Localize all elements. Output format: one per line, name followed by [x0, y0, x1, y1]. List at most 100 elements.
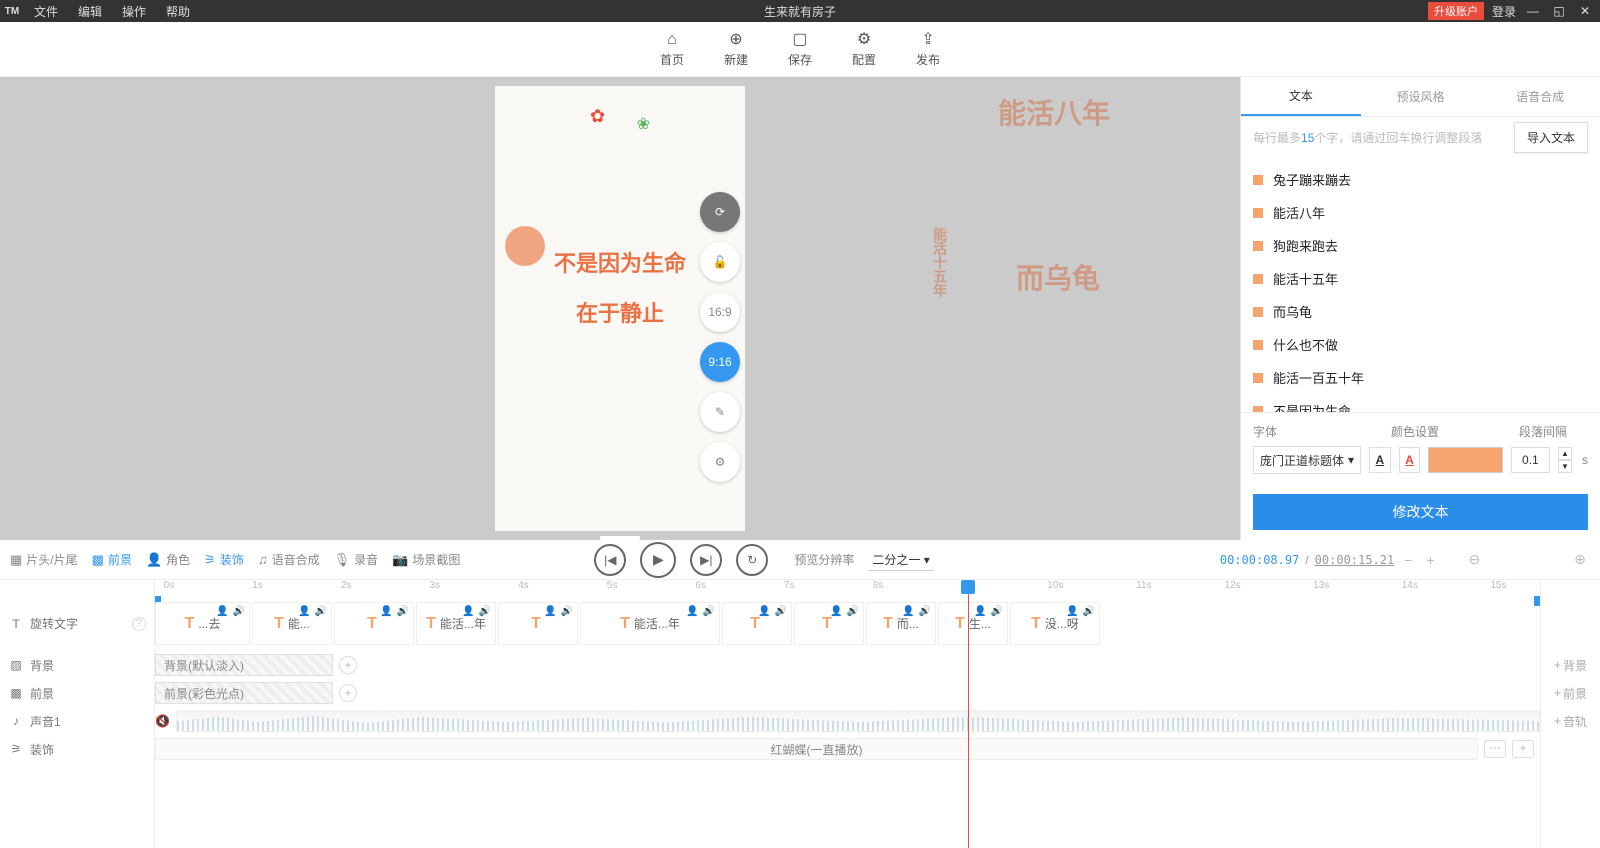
- title-bar: TM 文件 编辑 操作 帮助 生来就有房子 升级账户 登录 — ◱ ✕: [0, 0, 1600, 22]
- fg-clip[interactable]: 前景(彩色光点): [155, 682, 333, 704]
- loop-button[interactable]: ↻: [736, 544, 768, 576]
- action-home[interactable]: ⌂首页: [660, 31, 684, 68]
- text-line[interactable]: 什么也不做: [1253, 328, 1588, 361]
- text-line[interactable]: 能活八年: [1253, 196, 1588, 229]
- menu-help[interactable]: 帮助: [156, 3, 200, 20]
- close-icon[interactable]: ✕: [1576, 4, 1594, 18]
- audio-waveform[interactable]: [176, 710, 1540, 732]
- text-type-icon: T: [750, 615, 760, 633]
- bg-clip[interactable]: 背景(默认淡入): [155, 654, 333, 676]
- decoration-clip[interactable]: 红蝴蝶(一直播放): [155, 738, 1478, 760]
- ratio-9-16-button[interactable]: 9:16: [700, 342, 740, 382]
- text-clip[interactable]: 👤🔊T...去: [155, 602, 250, 645]
- menu-action[interactable]: 操作: [112, 3, 156, 20]
- next-button[interactable]: ▶|: [690, 544, 722, 576]
- text-clip[interactable]: 👤🔊T能活...年: [580, 602, 720, 645]
- action-save[interactable]: ▢保存: [788, 31, 812, 68]
- mid-片头/片尾[interactable]: ▦片头/片尾: [10, 551, 78, 568]
- mute-icon[interactable]: 🔇: [155, 714, 170, 728]
- mid-前景[interactable]: ▩前景: [92, 551, 132, 568]
- mid-装饰[interactable]: ⚞装饰: [204, 551, 244, 568]
- mid-场景截图[interactable]: 📷场景截图: [392, 551, 460, 568]
- maximize-icon[interactable]: ◱: [1550, 4, 1568, 18]
- lock-button[interactable]: 🔓: [700, 242, 740, 282]
- playhead[interactable]: [968, 580, 969, 848]
- text-color-button-2[interactable]: A: [1399, 447, 1421, 473]
- text-line[interactable]: 能活一百五十年: [1253, 361, 1588, 394]
- text-clip[interactable]: 👤🔊T能活...年: [416, 602, 496, 645]
- text-clip[interactable]: 👤🔊T: [334, 602, 414, 645]
- zoom-fit-button[interactable]: ⊖: [1465, 551, 1485, 568]
- upgrade-button[interactable]: 升级账户: [1428, 2, 1484, 20]
- zoom-in-button[interactable]: +: [1422, 552, 1438, 568]
- timeline-ruler[interactable]: 0s1s2s3s4s5s6s7s8s9s10s11s12s13s14s15s: [155, 580, 1540, 596]
- text-line[interactable]: 而乌龟: [1253, 295, 1588, 328]
- apply-text-button[interactable]: 修改文本: [1253, 494, 1588, 530]
- color-swatch[interactable]: [1428, 447, 1503, 473]
- spacing-down[interactable]: ▼: [1558, 460, 1572, 473]
- spacing-unit: s: [1582, 453, 1588, 467]
- login-button[interactable]: 登录: [1492, 3, 1516, 20]
- action-publish[interactable]: ⇪发布: [916, 31, 940, 68]
- action-new[interactable]: ⊕新建: [724, 31, 748, 68]
- minimize-icon[interactable]: —: [1524, 4, 1542, 18]
- tab-preset-style[interactable]: 预设风格: [1361, 77, 1481, 116]
- add-audio-track[interactable]: + 音轨: [1541, 707, 1600, 735]
- import-text-button[interactable]: 导入文本: [1514, 122, 1588, 153]
- edit-button[interactable]: ✎: [700, 392, 740, 432]
- clip-add-button[interactable]: +: [1512, 740, 1534, 758]
- collapse-down-icon[interactable]: ▾: [600, 536, 640, 540]
- menu-edit[interactable]: 编辑: [68, 3, 112, 20]
- settings-button[interactable]: ⚙: [700, 442, 740, 482]
- tab-text[interactable]: 文本: [1241, 77, 1361, 116]
- preview-rate-select[interactable]: 二分之一 ▾: [868, 549, 933, 571]
- spacing-up[interactable]: ▲: [1558, 447, 1572, 460]
- text-clip[interactable]: 👤🔊T而...: [866, 602, 936, 645]
- menu-file[interactable]: 文件: [24, 3, 68, 20]
- text-clip[interactable]: 👤🔊T能...: [252, 602, 332, 645]
- text-lines-list[interactable]: 兔子蹦来蹦去能活八年 狗跑来跑去能活十五年而乌龟什么也不做能活一百五十年不是因为…: [1241, 157, 1600, 412]
- canvas-area[interactable]: 能活八年 而乌龟 能活十五年 不是因为生命 在于静止 ⟳ 🔓 16:9 9:16…: [0, 77, 1240, 540]
- text-line[interactable]: 兔子蹦来蹦去: [1253, 163, 1588, 196]
- track-label-bg[interactable]: ▨背景: [0, 651, 154, 679]
- add-fg-button[interactable]: +: [339, 684, 357, 702]
- add-bg-button[interactable]: +: [339, 656, 357, 674]
- text-clip[interactable]: 👤🔊T生...: [938, 602, 1008, 645]
- canvas-bg-text: 而乌龟: [1016, 257, 1100, 297]
- text-clip[interactable]: 👤🔊T: [722, 602, 792, 645]
- timeline-tracks[interactable]: 0s1s2s3s4s5s6s7s8s9s10s11s12s13s14s15s 👤…: [155, 580, 1540, 848]
- sound-icon: 🔊: [397, 606, 409, 617]
- action-config[interactable]: ⚙配置: [852, 31, 876, 68]
- text-line[interactable]: 能活十五年: [1253, 262, 1588, 295]
- person-icon: 👤: [686, 606, 698, 617]
- zoom-out-button[interactable]: −: [1400, 552, 1416, 568]
- prev-button[interactable]: |◀: [594, 544, 626, 576]
- text-clip[interactable]: 👤🔊T: [498, 602, 578, 645]
- add-bg-track[interactable]: + 背景: [1541, 651, 1600, 679]
- text-line[interactable]: 不是因为生命: [1253, 394, 1588, 412]
- person-icon: 👤: [1066, 606, 1078, 617]
- track-label-fg[interactable]: ▩前景: [0, 679, 154, 707]
- track-label-audio[interactable]: ♪声音1: [0, 707, 154, 735]
- font-select[interactable]: 庞门正道标题体▾: [1253, 446, 1361, 474]
- text-clip[interactable]: 👤🔊T没...呀: [1010, 602, 1100, 645]
- spacing-input[interactable]: 0.1: [1511, 447, 1550, 473]
- play-button[interactable]: ▶: [640, 542, 676, 578]
- ratio-16-9-button[interactable]: 16:9: [700, 292, 740, 332]
- text-icon: T: [8, 617, 24, 631]
- text-clip[interactable]: 👤🔊T: [794, 602, 864, 645]
- mid-录音[interactable]: 🎙录音: [334, 551, 379, 568]
- text-line[interactable]: 狗跑来跑去: [1253, 229, 1588, 262]
- clip-more-button[interactable]: ⋯: [1484, 740, 1506, 758]
- help-icon[interactable]: ?: [132, 617, 146, 631]
- tab-tts[interactable]: 语音合成: [1480, 77, 1600, 116]
- text-color-button[interactable]: A: [1369, 447, 1391, 473]
- track-label-dec[interactable]: ⚞装饰: [0, 735, 154, 763]
- timecode-current: 00:00:08.97: [1220, 553, 1299, 567]
- mid-语音合成[interactable]: ♫语音合成: [258, 551, 320, 568]
- add-fg-track[interactable]: + 前景: [1541, 679, 1600, 707]
- zoom-fit2-button[interactable]: ⊕: [1570, 551, 1590, 568]
- track-label-text[interactable]: T旋转文字?: [0, 596, 154, 651]
- refresh-button[interactable]: ⟳: [700, 192, 740, 232]
- mid-角色[interactable]: 👤角色: [146, 551, 190, 568]
